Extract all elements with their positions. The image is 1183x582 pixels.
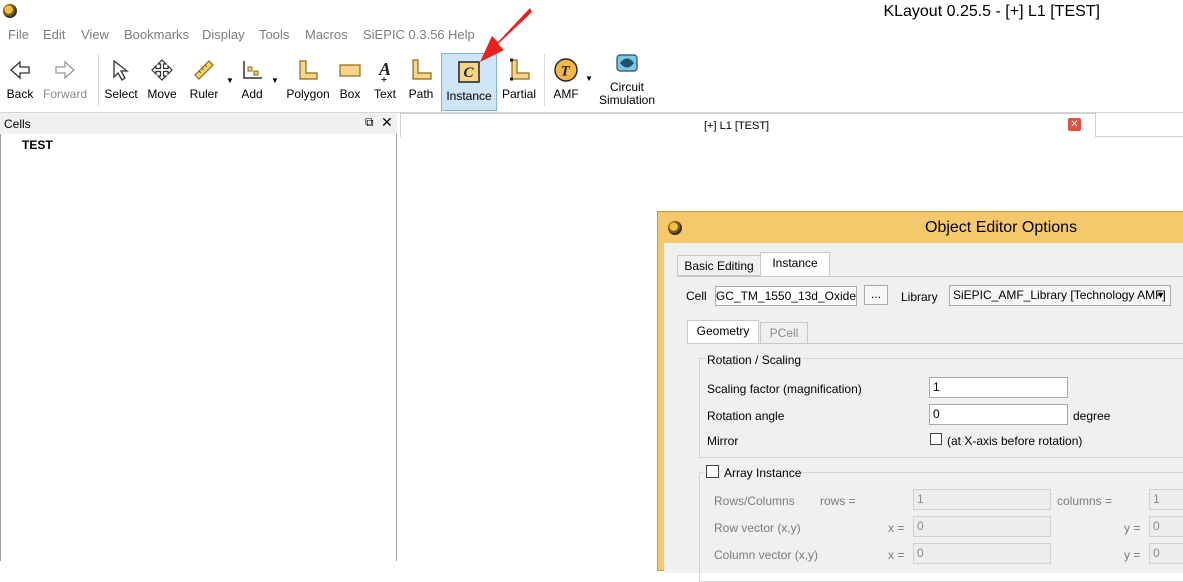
text-button[interactable]: A Text bbox=[369, 52, 401, 110]
amf-dropdown-icon[interactable]: ▼ bbox=[585, 74, 593, 83]
mirror-checkbox[interactable] bbox=[930, 433, 942, 445]
path-button[interactable]: Path bbox=[404, 52, 438, 110]
rotation-angle-input[interactable]: 0 bbox=[929, 404, 1068, 425]
add-button[interactable]: Add bbox=[236, 52, 268, 110]
circuit-simulation-button[interactable]: Circuit Simulation bbox=[598, 52, 656, 110]
column-y-label: y = bbox=[1124, 548, 1141, 562]
circuit-label-line2: Simulation bbox=[598, 93, 656, 107]
menu-siepic[interactable]: SiEPIC 0.3.56 bbox=[363, 27, 445, 42]
tab-layout[interactable]: [+] L1 [TEST] ✕ bbox=[400, 113, 1096, 137]
chevron-down-icon: ▼ bbox=[1156, 290, 1165, 300]
menu-file[interactable]: File bbox=[8, 27, 29, 42]
subtab-divider bbox=[687, 343, 1183, 344]
move-arrows-icon bbox=[151, 59, 173, 81]
ruler-button[interactable]: Ruler bbox=[184, 52, 224, 110]
subtab-pcell[interactable]: PCell bbox=[760, 322, 808, 344]
library-label: Library bbox=[901, 290, 938, 304]
add-grid-icon bbox=[243, 61, 262, 79]
path-icon bbox=[412, 59, 432, 80]
dialog-body: Basic Editing Instance Cell f_GC_TM_1550… bbox=[664, 243, 1183, 582]
annotation-arrow-icon bbox=[480, 8, 532, 62]
rows-input[interactable]: 1 bbox=[913, 489, 1051, 510]
box-icon bbox=[339, 64, 361, 77]
cell-item-test[interactable]: TEST bbox=[22, 138, 53, 152]
cells-panel-title: Cells bbox=[4, 117, 31, 131]
ruler-dropdown-icon[interactable]: ▼ bbox=[226, 76, 234, 85]
toolbar-separator bbox=[544, 54, 545, 106]
forward-button[interactable]: Forward bbox=[40, 52, 90, 110]
library-select[interactable]: SiEPIC_AMF_Library [Technology AMF] ▼ bbox=[949, 285, 1171, 306]
array-instance-checkbox[interactable] bbox=[706, 465, 719, 478]
ruler-icon bbox=[194, 60, 214, 80]
mirror-label: Mirror bbox=[707, 434, 739, 448]
box-button[interactable]: Box bbox=[334, 52, 366, 110]
columns-label: columns = bbox=[1057, 494, 1113, 508]
menu-macros[interactable]: Macros bbox=[305, 27, 348, 42]
row-vector-label: Row vector (x,y) bbox=[714, 521, 801, 535]
browse-cell-button[interactable]: ... bbox=[864, 285, 888, 305]
tab-strip-line bbox=[1096, 136, 1183, 137]
add-dropdown-icon[interactable]: ▼ bbox=[271, 76, 279, 85]
tab-basic-editing[interactable]: Basic Editing bbox=[677, 255, 761, 276]
menu-bookmarks[interactable]: Bookmarks bbox=[124, 27, 189, 42]
cells-panel-header: Cells ⧉ ✕ bbox=[0, 113, 397, 135]
rotation-unit-label: degree bbox=[1073, 409, 1111, 423]
scaling-factor-label: Scaling factor (magnification) bbox=[707, 382, 862, 396]
arrow-left-icon bbox=[10, 60, 30, 80]
select-button[interactable]: Select bbox=[102, 52, 140, 110]
svg-text:A: A bbox=[378, 59, 391, 79]
row-y-input[interactable]: 0 bbox=[1149, 516, 1183, 537]
array-instance-label: Array Instance bbox=[724, 466, 802, 480]
menu-tools[interactable]: Tools bbox=[259, 27, 289, 42]
text-icon: A bbox=[378, 59, 391, 82]
dialog-title: Object Editor Options bbox=[925, 219, 1078, 236]
row-x-label: x = bbox=[888, 521, 905, 535]
toolbar-separator bbox=[98, 54, 99, 106]
amf-button[interactable]: T AMF bbox=[549, 52, 583, 110]
cell-name-input[interactable]: f_GC_TM_1550_13d_Oxide bbox=[715, 286, 857, 306]
column-x-label: x = bbox=[888, 548, 905, 562]
arrow-right-icon bbox=[55, 60, 75, 80]
column-vector-label: Column vector (x,y) bbox=[714, 548, 819, 562]
tab-layout-label: [+] L1 [TEST] bbox=[704, 120, 770, 132]
cursor-icon bbox=[113, 59, 129, 81]
circuit-simulation-icon bbox=[616, 54, 638, 72]
tab-divider bbox=[677, 276, 1183, 277]
float-panel-icon[interactable]: ⧉ bbox=[365, 115, 374, 130]
mirror-option-label: (at X-axis before rotation) bbox=[947, 434, 1083, 448]
dialog-logo-icon bbox=[668, 221, 682, 235]
menu-display[interactable]: Display bbox=[202, 27, 245, 42]
svg-text:T: T bbox=[561, 64, 571, 80]
close-panel-icon[interactable]: ✕ bbox=[381, 114, 393, 131]
cell-label: Cell bbox=[686, 289, 707, 303]
polygon-icon bbox=[299, 60, 318, 80]
amf-logo-icon: T bbox=[554, 58, 578, 82]
row-y-label: y = bbox=[1124, 521, 1141, 535]
subtab-geometry[interactable]: Geometry bbox=[687, 320, 759, 344]
back-button[interactable]: Back bbox=[2, 52, 38, 110]
title-bar: KLayout 0.25.5 - [+] L1 [TEST] bbox=[0, 0, 1183, 24]
rows-columns-label: Rows/Columns bbox=[714, 494, 795, 508]
cells-tree[interactable]: TEST bbox=[0, 134, 397, 561]
columns-input[interactable]: 1 bbox=[1149, 489, 1183, 510]
menu-view[interactable]: View bbox=[81, 27, 109, 42]
menu-bar: File Edit View Bookmarks Display Tools M… bbox=[0, 24, 1183, 46]
rotation-angle-label: Rotation angle bbox=[707, 409, 785, 423]
rotation-scaling-title: Rotation / Scaling bbox=[705, 353, 804, 367]
rows-label: rows = bbox=[820, 494, 856, 508]
move-button[interactable]: Move bbox=[143, 52, 181, 110]
klayout-logo-icon bbox=[3, 4, 17, 18]
close-tab-icon[interactable]: ✕ bbox=[1068, 118, 1081, 131]
window-title: KLayout 0.25.5 - [+] L1 [TEST] bbox=[883, 3, 1100, 20]
toolbar: Back Forward Select Move Ruler ▼ Add ▼ P… bbox=[0, 46, 1183, 113]
tab-instance[interactable]: Instance bbox=[760, 252, 830, 277]
scaling-factor-input[interactable]: 1 bbox=[929, 377, 1068, 398]
menu-edit[interactable]: Edit bbox=[43, 27, 65, 42]
library-select-value: SiEPIC_AMF_Library [Technology AMF] bbox=[953, 288, 1166, 302]
row-x-input[interactable]: 0 bbox=[913, 516, 1051, 537]
polygon-button[interactable]: Polygon bbox=[285, 52, 331, 110]
